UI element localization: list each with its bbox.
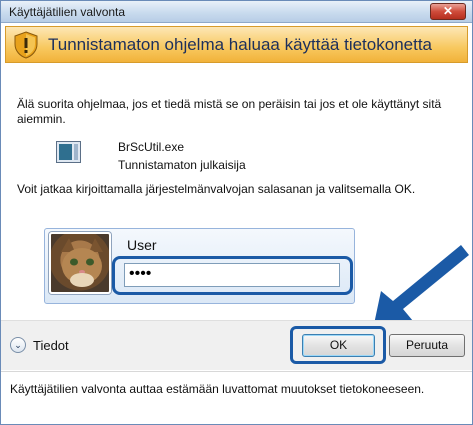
- warning-banner: Tunnistamaton ohjelma haluaa käyttää tie…: [5, 26, 468, 63]
- user-name: User: [127, 237, 157, 253]
- uac-dialog: Käyttäjätilien valvonta ✕ Tunnistamaton …: [0, 0, 473, 425]
- close-button[interactable]: ✕: [430, 3, 466, 20]
- cat-picture-icon: [61, 238, 103, 287]
- cancel-button[interactable]: Peruuta: [389, 334, 465, 357]
- instruction-text: Voit jatkaa kirjoittamalla järjestelmänv…: [17, 182, 416, 196]
- divider: [1, 371, 472, 372]
- publisher-name: Tunnistamaton julkaisija: [118, 158, 246, 172]
- ok-button[interactable]: OK: [302, 334, 375, 357]
- window-title: Käyttäjätilien valvonta: [9, 5, 126, 19]
- warning-text: Älä suorita ohjelmaa, jos et tiedä mistä…: [17, 97, 442, 126]
- password-highlight-outline: [112, 256, 353, 295]
- footnote-text: Käyttäjätilien valvonta auttaa estämään …: [10, 382, 425, 396]
- details-toggle[interactable]: Tiedot: [33, 338, 69, 353]
- program-name: BrScUtil.exe: [118, 140, 185, 154]
- user-avatar: [49, 232, 111, 294]
- chevron-down-icon[interactable]: ⌄: [10, 337, 26, 353]
- shield-warning-icon: [14, 31, 38, 59]
- banner-title: Tunnistamaton ohjelma haluaa käyttää tie…: [48, 35, 433, 54]
- program-icon: [56, 141, 81, 163]
- title-bar: Käyttäjätilien valvonta ✕: [1, 1, 472, 23]
